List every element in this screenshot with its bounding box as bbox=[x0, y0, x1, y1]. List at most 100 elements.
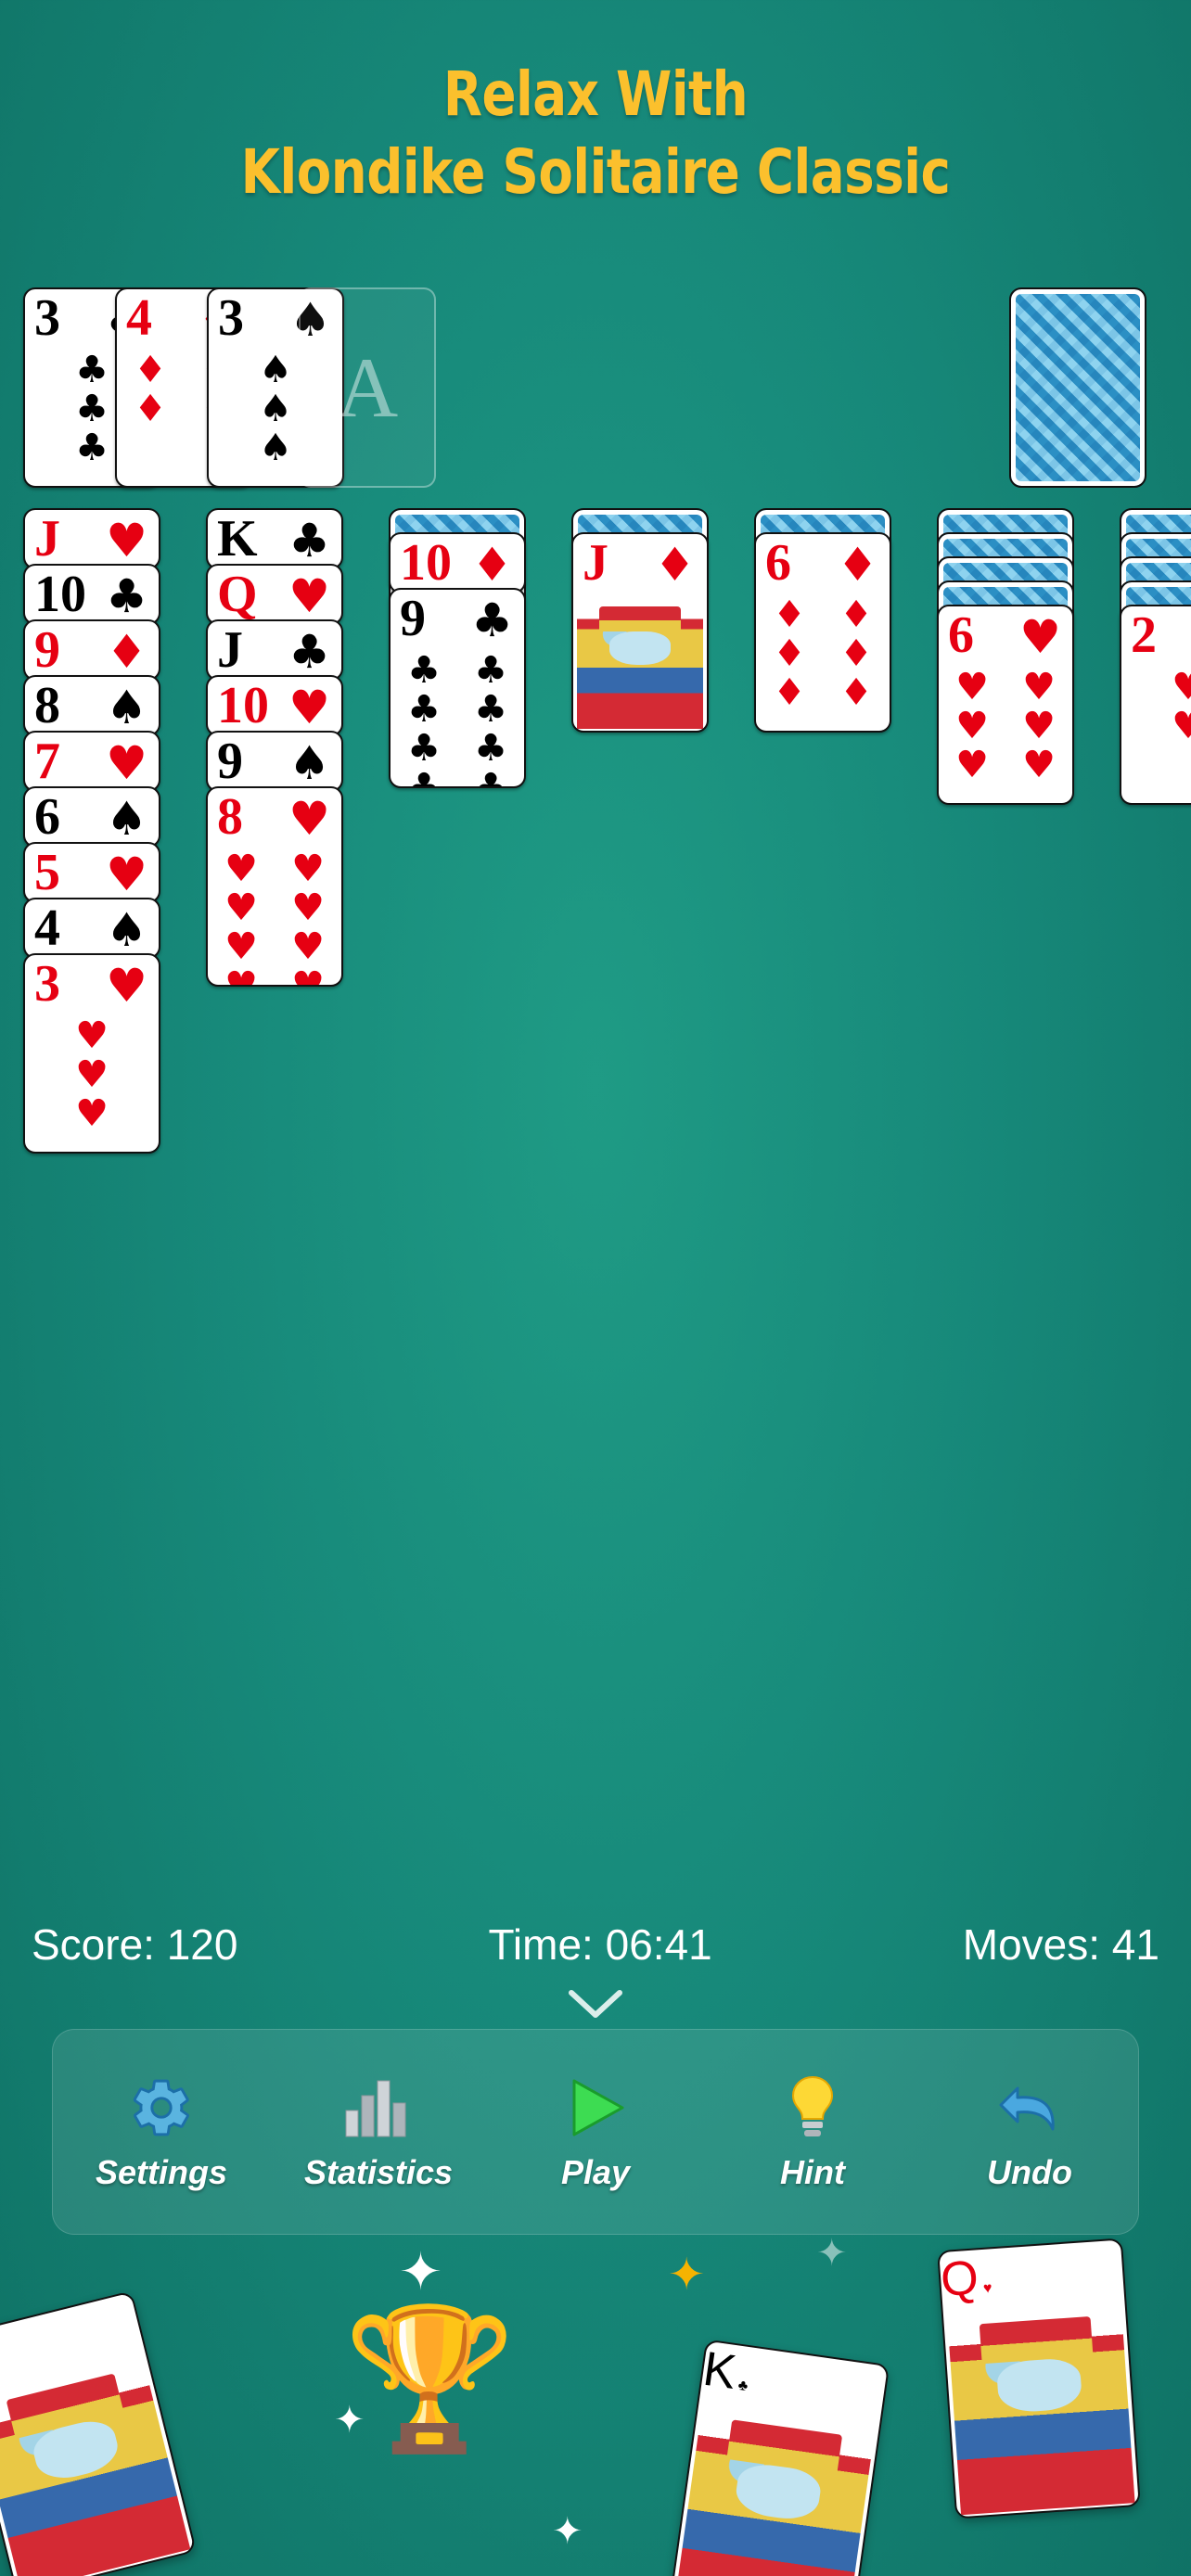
toolbar-item-label: Settings bbox=[95, 2153, 227, 2191]
stock-pile[interactable] bbox=[1009, 287, 1146, 488]
card-suit: ♥ bbox=[288, 569, 330, 623]
card-rank: 10 bbox=[400, 534, 452, 592]
chevron-down-icon[interactable] bbox=[0, 1989, 1191, 2027]
card-suit: ♥ bbox=[106, 514, 147, 567]
card-rank: 4 bbox=[34, 899, 60, 957]
toolbar-item-statistics[interactable]: Statistics bbox=[286, 2072, 471, 2192]
toolbar-item-label: Hint bbox=[780, 2153, 845, 2191]
face-card-art bbox=[674, 2407, 875, 2576]
card-pips: ♣♣♣♣♣♣♣♣♣ bbox=[407, 649, 507, 788]
card-rank: 6 bbox=[34, 788, 60, 846]
card-rank: 8 bbox=[34, 677, 60, 734]
score-label: Score: 120 bbox=[32, 1920, 238, 1969]
toolbar-item-label: Undo bbox=[987, 2153, 1072, 2191]
face-card-art bbox=[947, 2306, 1135, 2516]
card-rank: 4 bbox=[126, 289, 152, 347]
card-rank: 8 bbox=[217, 788, 243, 846]
card-rank: 3 bbox=[218, 289, 244, 347]
decor-card-rank: K bbox=[699, 2341, 740, 2401]
tableau-card[interactable]: 7♥♥♥♥♥♥♥♥ bbox=[23, 731, 160, 792]
card-suit: ♣ bbox=[288, 514, 330, 567]
tableau-card[interactable]: 9♦♦♦♦♦♦♦♦♦♦ bbox=[23, 619, 160, 681]
card-rank: K bbox=[217, 510, 258, 567]
decor-card-suit: ♥ bbox=[982, 2280, 993, 2297]
lightbulb-icon bbox=[784, 2072, 841, 2144]
card-suit: ♠ bbox=[106, 681, 147, 734]
card-rank: 3 bbox=[34, 289, 60, 347]
tableau-card[interactable]: J ♣ bbox=[206, 619, 343, 681]
toolbar-item-label: Play bbox=[560, 2153, 631, 2191]
tableau-top-card[interactable]: J ♦ bbox=[571, 532, 709, 733]
face-card-art bbox=[577, 601, 703, 729]
game-board: 3♣♣♣♣4♦♦♦♦♦3♠♠♠♠A J♥10♣♣♣♣♣♣♣♣♣♣♣9♦♦♦♦♦♦… bbox=[0, 278, 1191, 1205]
status-bar: Score: 120 Time: 06:41 Moves: 41 bbox=[0, 1919, 1191, 1970]
tableau-top-card[interactable]: 2♥♥♥ bbox=[1120, 605, 1191, 805]
toolbar-item-hint[interactable]: Hint bbox=[720, 2072, 905, 2192]
card-suit: ♥ bbox=[106, 959, 147, 1013]
sparkle-icon: ✦ bbox=[399, 2242, 442, 2301]
tableau-top-card[interactable]: 9♣♣♣♣♣♣♣♣♣♣ bbox=[389, 588, 526, 788]
card-suit: ♥ bbox=[106, 736, 147, 790]
tableau-card[interactable]: 10♥♥♥♥♥♥♥♥♥♥♥ bbox=[206, 675, 343, 736]
sparkle-icon: ✦ bbox=[334, 2400, 365, 2441]
tableau-top-card[interactable]: 6 ♥ ♥ ♥ ♥ ♥ ♥ ♥ bbox=[937, 605, 1074, 805]
card-suit: ♠ bbox=[106, 903, 147, 957]
decor-card-king: K ♣ bbox=[668, 2339, 890, 2576]
toolbar-item-undo[interactable]: Undo bbox=[937, 2072, 1122, 2192]
tableau-card[interactable]: 8♠♠♠♠♠♠♠♠♠ bbox=[23, 675, 160, 736]
card-pips: ♥ ♥ ♥ ♥ ♥ ♥ ♥ ♥ bbox=[224, 848, 325, 987]
tableau-top-card[interactable]: 8 ♥ ♥ ♥ ♥ ♥ ♥ ♥ ♥ ♥ bbox=[206, 786, 343, 987]
card-rank: J bbox=[34, 510, 60, 567]
card-pips: ♥ ♥ ♥ ♥ ♥ ♥ bbox=[955, 666, 1056, 786]
card-rank: J bbox=[583, 534, 608, 592]
sparkle-icon: ✦ bbox=[816, 2233, 848, 2274]
card-rank: 2 bbox=[1131, 606, 1157, 664]
title-line-1: Relax With bbox=[442, 58, 749, 130]
promo-title: Relax With Klondike Solitaire Classic bbox=[0, 56, 1191, 212]
card-suit: ♣ bbox=[106, 569, 147, 623]
decor-card-jack: J ♠ bbox=[0, 2290, 198, 2576]
tableau-card[interactable]: Q ♥ bbox=[206, 564, 343, 625]
card-rank: 9 bbox=[400, 590, 426, 647]
tableau-top-card[interactable]: 6 ♦ ♦ ♦ ♦ ♦ ♦ ♦ bbox=[754, 532, 891, 733]
card-suit: ♥ bbox=[288, 792, 330, 846]
card-suit: ♥ bbox=[1019, 610, 1061, 664]
sparkle-icon: ✦ bbox=[742, 2353, 778, 2401]
tableau-card[interactable]: 9♠♠♠♠♠♠♠♠♠♠ bbox=[206, 731, 343, 792]
tableau-card[interactable]: 5♥♥♥♥♥♥ bbox=[23, 842, 160, 903]
card-suit: ♦ bbox=[837, 538, 878, 592]
card-pips: ♥♥ bbox=[1121, 668, 1191, 796]
tableau-card[interactable]: 6♠♠♠♠♠♠♠ bbox=[23, 786, 160, 848]
decor-card-queen: Q ♥ bbox=[937, 2238, 1141, 2519]
tableau-card[interactable]: K ♣ bbox=[206, 508, 343, 569]
undo-arrow-icon bbox=[995, 2072, 1064, 2144]
toolbar-item-settings[interactable]: Settings bbox=[69, 2072, 254, 2192]
foundation-slot-empty[interactable]: A bbox=[299, 287, 436, 488]
trophy-icon: 🏆 bbox=[343, 2301, 517, 2456]
card-pips: ♦ ♦ ♦ ♦ ♦ ♦ bbox=[773, 593, 873, 714]
card-suit: ♠ bbox=[288, 736, 330, 790]
gear-icon bbox=[129, 2072, 194, 2144]
sparkle-icon: ✦ bbox=[552, 2511, 583, 2552]
tableau-card[interactable]: 4♠♠♠♠♠ bbox=[23, 898, 160, 959]
card-rank: 10 bbox=[217, 677, 269, 734]
moves-label: Moves: 41 bbox=[962, 1920, 1159, 1969]
time-label: Time: 06:41 bbox=[488, 1920, 712, 1969]
decor-card-rank: Q bbox=[939, 2251, 980, 2308]
card-suit: ♣ bbox=[471, 593, 513, 647]
title-line-2: Klondike Solitaire Classic bbox=[240, 136, 951, 209]
bar-chart-icon bbox=[344, 2072, 413, 2144]
card-rank: 6 bbox=[765, 534, 791, 592]
card-rank: 3 bbox=[34, 955, 60, 1013]
tableau-card[interactable]: 10♣♣♣♣♣♣♣♣♣♣♣ bbox=[23, 564, 160, 625]
tableau-card[interactable]: 10♦♦♦♦♦♦♦♦♦♦♦ bbox=[389, 532, 526, 593]
card-pips: ♥ ♥ ♥ bbox=[75, 1014, 109, 1135]
play-icon bbox=[561, 2072, 630, 2144]
tableau-top-card[interactable]: 3 ♥ ♥ ♥ ♥ bbox=[23, 953, 160, 1154]
card-rank: 9 bbox=[217, 733, 243, 790]
tableau-card[interactable]: J ♥ bbox=[23, 508, 160, 569]
card-suit: ♦ bbox=[471, 538, 513, 592]
card-suit: ♦ bbox=[106, 625, 147, 679]
card-suit: ♥ bbox=[288, 681, 330, 734]
toolbar-item-play[interactable]: Play bbox=[503, 2072, 688, 2192]
